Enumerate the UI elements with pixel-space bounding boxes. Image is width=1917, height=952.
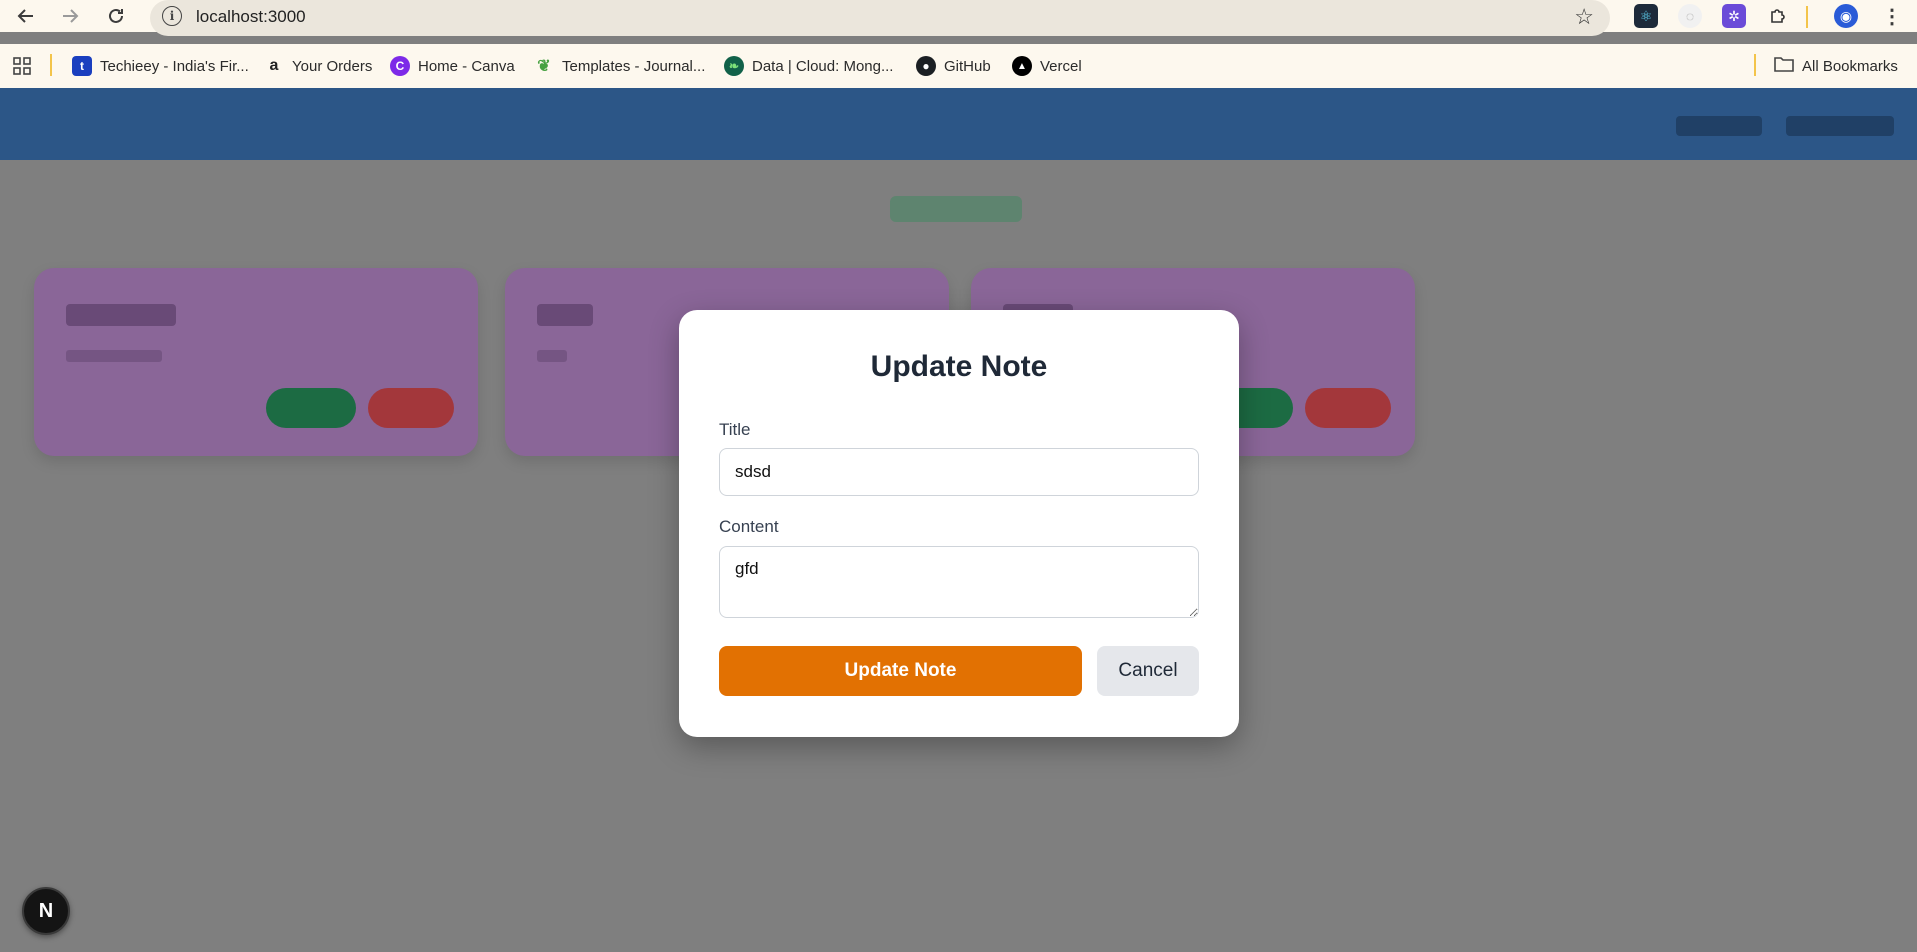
amazon-icon: a xyxy=(269,57,279,74)
folder-icon xyxy=(1774,55,1794,77)
apps-grid-icon[interactable] xyxy=(12,52,32,80)
toolbar-divider xyxy=(1806,6,1808,28)
modal-title: Update Note xyxy=(870,350,1048,383)
overleaf-icon: ❦ xyxy=(537,58,551,75)
delete-button[interactable] xyxy=(1305,388,1391,428)
bookmark-label: Data | Cloud: Mong... xyxy=(752,57,894,75)
edit-button[interactable] xyxy=(266,388,356,428)
bookmark-your-orders[interactable]: a Your Orders xyxy=(264,52,373,80)
back-icon[interactable] xyxy=(14,4,38,28)
bookmark-github[interactable]: ● GitHub xyxy=(916,52,991,80)
bookmark-label: Templates - Journal... xyxy=(562,57,706,75)
note-title xyxy=(537,304,593,326)
title-input[interactable] xyxy=(719,448,1199,496)
react-devtools-icon[interactable]: ⚛ xyxy=(1634,4,1658,28)
bookmarks-divider xyxy=(1754,54,1756,76)
reload-icon[interactable] xyxy=(104,4,128,28)
canva-icon: C xyxy=(390,56,410,76)
content-textarea[interactable]: gfd xyxy=(719,546,1199,618)
mongodb-icon: ❧ xyxy=(724,56,744,76)
url-text: localhost:3000 xyxy=(196,7,306,26)
bookmark-label: Vercel xyxy=(1040,57,1082,75)
update-note-button[interactable]: Update Note xyxy=(719,646,1082,696)
bookmark-label: Your Orders xyxy=(292,57,373,75)
browser-menu-icon[interactable]: ⋮ xyxy=(1880,4,1904,28)
page-heading xyxy=(890,196,1022,222)
bookmark-templates[interactable]: ❦ Templates - Journal... xyxy=(534,52,705,80)
forward-icon[interactable] xyxy=(58,4,82,28)
bookmarks-divider xyxy=(50,54,52,76)
bookmark-label: GitHub xyxy=(944,57,991,75)
github-icon: ● xyxy=(916,56,936,76)
nextjs-dev-badge[interactable]: N xyxy=(22,887,70,935)
content-label: Content xyxy=(719,517,779,536)
profile-avatar[interactable]: ◉ xyxy=(1834,4,1858,28)
techieey-icon: t xyxy=(72,56,92,76)
extension-icon[interactable]: ✲ xyxy=(1722,4,1746,28)
address-bar[interactable]: i localhost:3000 ☆ xyxy=(150,0,1610,36)
bookmarks-bar: t Techieey - India's Fir... a Your Order… xyxy=(0,44,1917,88)
bookmark-vercel[interactable]: ▲ Vercel xyxy=(1012,52,1082,80)
update-note-modal: Update Note Title Content gfd Update Not… xyxy=(679,310,1239,737)
note-content xyxy=(66,350,162,362)
bookmark-label: Techieey - India's Fir... xyxy=(100,57,249,75)
all-bookmarks-label: All Bookmarks xyxy=(1802,57,1898,75)
bookmark-label: Home - Canva xyxy=(418,57,515,75)
bookmark-star-icon[interactable]: ☆ xyxy=(1574,4,1594,30)
bookmark-canva[interactable]: C Home - Canva xyxy=(390,52,515,80)
header-link[interactable] xyxy=(1676,116,1762,136)
header-link[interactable] xyxy=(1786,116,1894,136)
browser-toolbar: i localhost:3000 ☆ ⚛ ◌ ✲ ◉ ⋮ xyxy=(0,0,1917,36)
all-bookmarks[interactable]: All Bookmarks xyxy=(1774,52,1898,80)
note-content xyxy=(537,350,567,362)
bookmark-mongodb[interactable]: ❧ Data | Cloud: Mong... xyxy=(724,52,893,80)
app-header xyxy=(0,88,1917,160)
delete-button[interactable] xyxy=(368,388,454,428)
site-info-icon[interactable]: i xyxy=(162,6,182,26)
note-title xyxy=(66,304,176,326)
vercel-icon: ▲ xyxy=(1012,56,1032,76)
extensions-puzzle-icon[interactable] xyxy=(1766,4,1790,28)
bookmark-techieey[interactable]: t Techieey - India's Fir... xyxy=(72,52,249,80)
note-card xyxy=(34,268,478,456)
cancel-button[interactable]: Cancel xyxy=(1097,646,1199,696)
title-label: Title xyxy=(719,420,751,439)
extension-icon[interactable]: ◌ xyxy=(1678,4,1702,28)
